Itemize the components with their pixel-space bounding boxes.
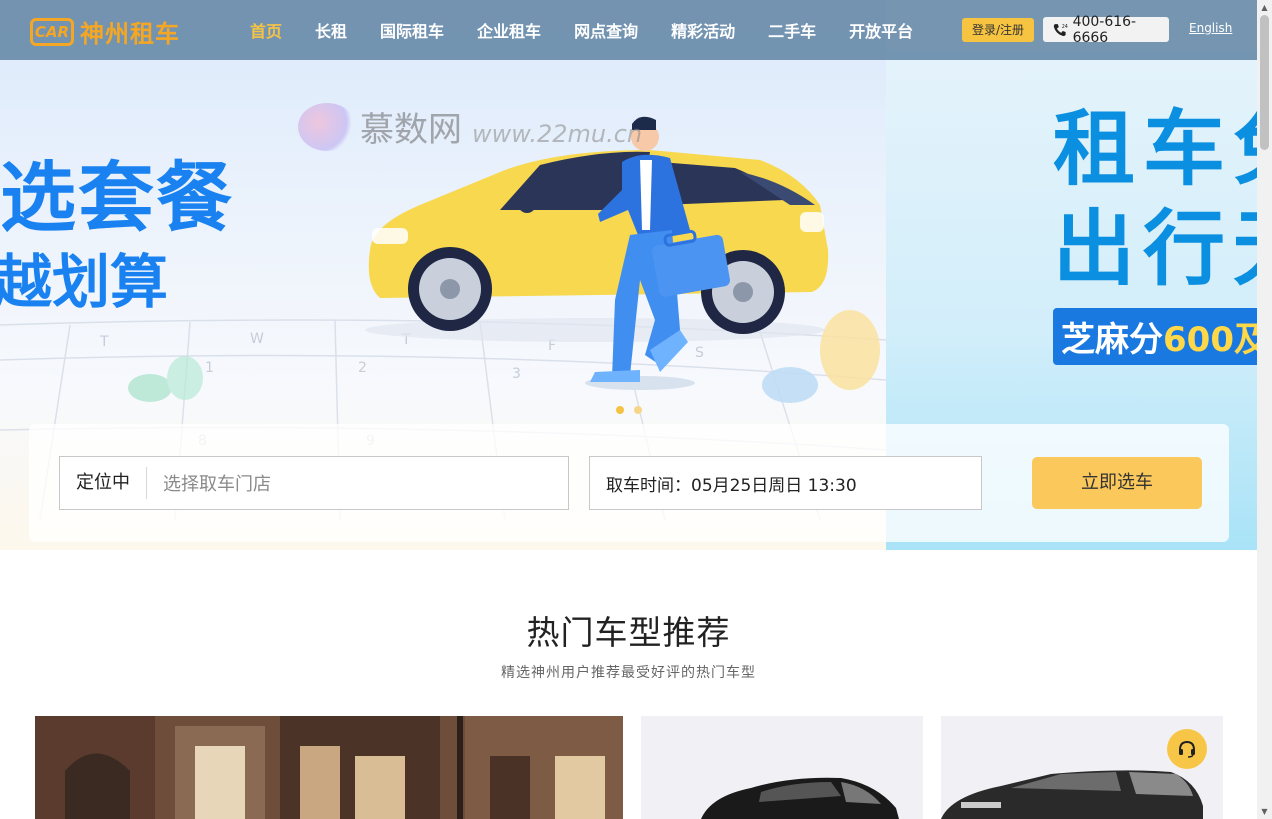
yellow-car-art <box>365 150 829 342</box>
nav-item-home[interactable]: 首页 <box>250 18 282 42</box>
car-logo-icon: CAR <box>30 17 74 46</box>
carousel-dot[interactable] <box>634 406 642 414</box>
headset-icon <box>1179 740 1195 758</box>
black-sedan-image <box>701 777 899 819</box>
nav-item-enterprise[interactable]: 企业租车 <box>477 18 541 42</box>
search-panel: 定位中 选择取车门店 取车时间：05月25日周日 13:30 立即选车 <box>29 424 1229 542</box>
scroll-up-icon[interactable]: ▲ <box>1260 3 1269 12</box>
nav-item-long-rent[interactable]: 长租 <box>315 18 347 42</box>
watermark-logo-icon <box>298 102 356 151</box>
store-input[interactable]: 选择取车门店 <box>147 470 271 496</box>
svg-text:3: 3 <box>512 366 521 382</box>
svg-text:2: 2 <box>358 360 367 376</box>
section-subtitle: 精选神州用户推荐最受好评的热门车型 <box>501 665 756 681</box>
scroll-down-icon[interactable]: ▼ <box>1260 807 1269 816</box>
choose-car-button[interactable]: 立即选车 <box>1032 457 1202 509</box>
page-scrollbar[interactable]: ▲ ▼ <box>1257 0 1272 819</box>
carousel-indicators <box>616 406 642 414</box>
watermark: 慕数网 www.22mu.cn <box>298 102 642 151</box>
watermark-name: 慕数网 <box>360 110 462 150</box>
svg-text:S: S <box>695 345 704 361</box>
car-card[interactable] <box>641 716 923 819</box>
hero-right-line2: 出行无 <box>1053 202 1257 297</box>
hero-slogan-line2: 越划算 <box>0 248 169 316</box>
pickup-time-field[interactable]: 取车时间：05月25日周日 13:30 <box>589 456 982 510</box>
nav-item-store-search[interactable]: 网点查询 <box>574 18 638 42</box>
svg-text:24: 24 <box>1062 24 1068 30</box>
pickup-location-field[interactable]: 定位中 选择取车门店 <box>59 456 569 510</box>
scrollbar-thumb[interactable] <box>1260 15 1269 150</box>
hotline[interactable]: 24 400-616-6666 <box>1043 14 1169 46</box>
plant-art <box>128 356 203 402</box>
brand-logo[interactable]: CAR 神州租车 <box>30 14 180 49</box>
phone-24h-icon: 24 <box>1053 24 1068 36</box>
featured-car-card[interactable] <box>35 716 623 819</box>
hotline-number: 400-616-6666 <box>1072 13 1137 46</box>
svg-text:W: W <box>250 331 264 347</box>
login-register-button[interactable]: 登录/注册 <box>962 18 1034 42</box>
nav-item-activities[interactable]: 精彩活动 <box>671 18 735 42</box>
language-switch-link[interactable]: English <box>1189 21 1232 35</box>
hero-slogan-left: 选套餐 越划算 <box>0 150 234 318</box>
nav-item-international[interactable]: 国际租车 <box>380 18 444 42</box>
brand-name: 神州租车 <box>80 20 180 48</box>
hero-slogan-right: 租车免 出行无 芝麻分600及 <box>1053 100 1257 365</box>
top-navbar: CAR 神州租车 首页 长租 国际租车 企业租车 网点查询 精彩活动 二手车 开… <box>0 0 1257 60</box>
nav-item-used-cars[interactable]: 二手车 <box>768 18 816 42</box>
featured-car-image <box>35 716 623 819</box>
hero-right-badge-num: 600及 <box>1163 320 1257 360</box>
watermark-site: www.22mu.cn <box>472 119 643 148</box>
nav-item-open-platform[interactable]: 开放平台 <box>849 18 913 42</box>
city-selector[interactable]: 定位中 <box>60 467 147 499</box>
main-nav: 首页 长租 国际租车 企业租车 网点查询 精彩活动 二手车 开放平台 <box>250 0 946 60</box>
svg-text:T: T <box>99 334 109 350</box>
carousel-dot[interactable] <box>616 406 624 414</box>
section-title: 热门车型推荐 <box>526 613 731 652</box>
hero-right-badge-prefix: 芝麻分 <box>1061 320 1163 360</box>
customer-service-button[interactable] <box>1167 729 1207 769</box>
hero-slogan-line1: 选套餐 <box>0 153 234 242</box>
hero-right-line1: 租车免 <box>1053 102 1257 197</box>
hero-right-badge: 芝麻分600及 <box>1053 308 1257 365</box>
svg-text:1: 1 <box>205 360 214 376</box>
